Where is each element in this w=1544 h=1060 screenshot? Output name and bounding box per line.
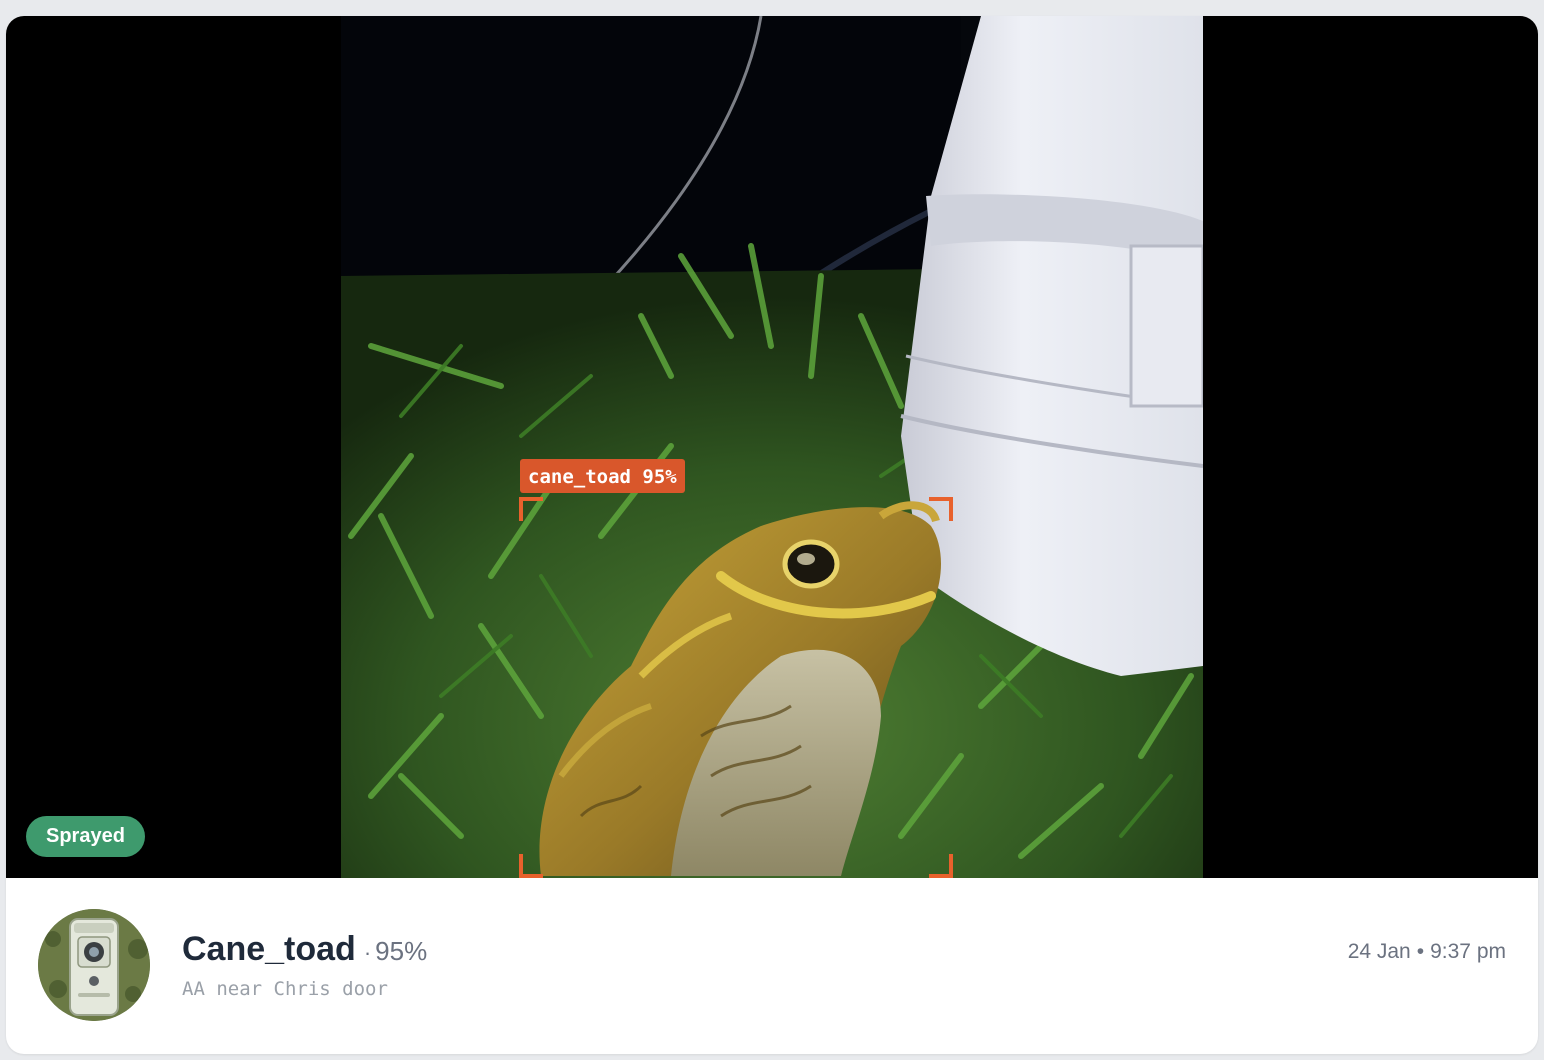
detection-info: Cane_toad · 95% AA near Chris door 24 Jan •… <box>6 878 1538 1054</box>
detection-media[interactable]: cane_toad 95% Sprayed <box>6 16 1538 878</box>
trail-camera-icon <box>38 909 150 1021</box>
detection-label: cane_toad 95% <box>520 459 685 493</box>
species-title: Cane_toad · 95% <box>182 930 427 969</box>
camera-photo <box>341 16 1203 878</box>
detection-card[interactable]: cane_toad 95% Sprayed Cane_toad · 95% AA… <box>6 16 1538 1054</box>
detection-date: 24 Jan <box>1347 940 1411 963</box>
confidence-value: 95% <box>375 936 428 966</box>
title-separator: · <box>363 940 372 965</box>
camera-location: AA near Chris door <box>182 978 388 1000</box>
species-name: Cane_toad <box>182 930 356 968</box>
toad-photo-illustration <box>341 16 1203 878</box>
detection-time: 9:37 pm <box>1430 940 1506 963</box>
detection-timestamp: 24 Jan • 9:37 pm <box>1348 940 1506 964</box>
timestamp-separator: • <box>1416 940 1425 963</box>
sprayed-status-badge: Sprayed <box>26 816 145 857</box>
